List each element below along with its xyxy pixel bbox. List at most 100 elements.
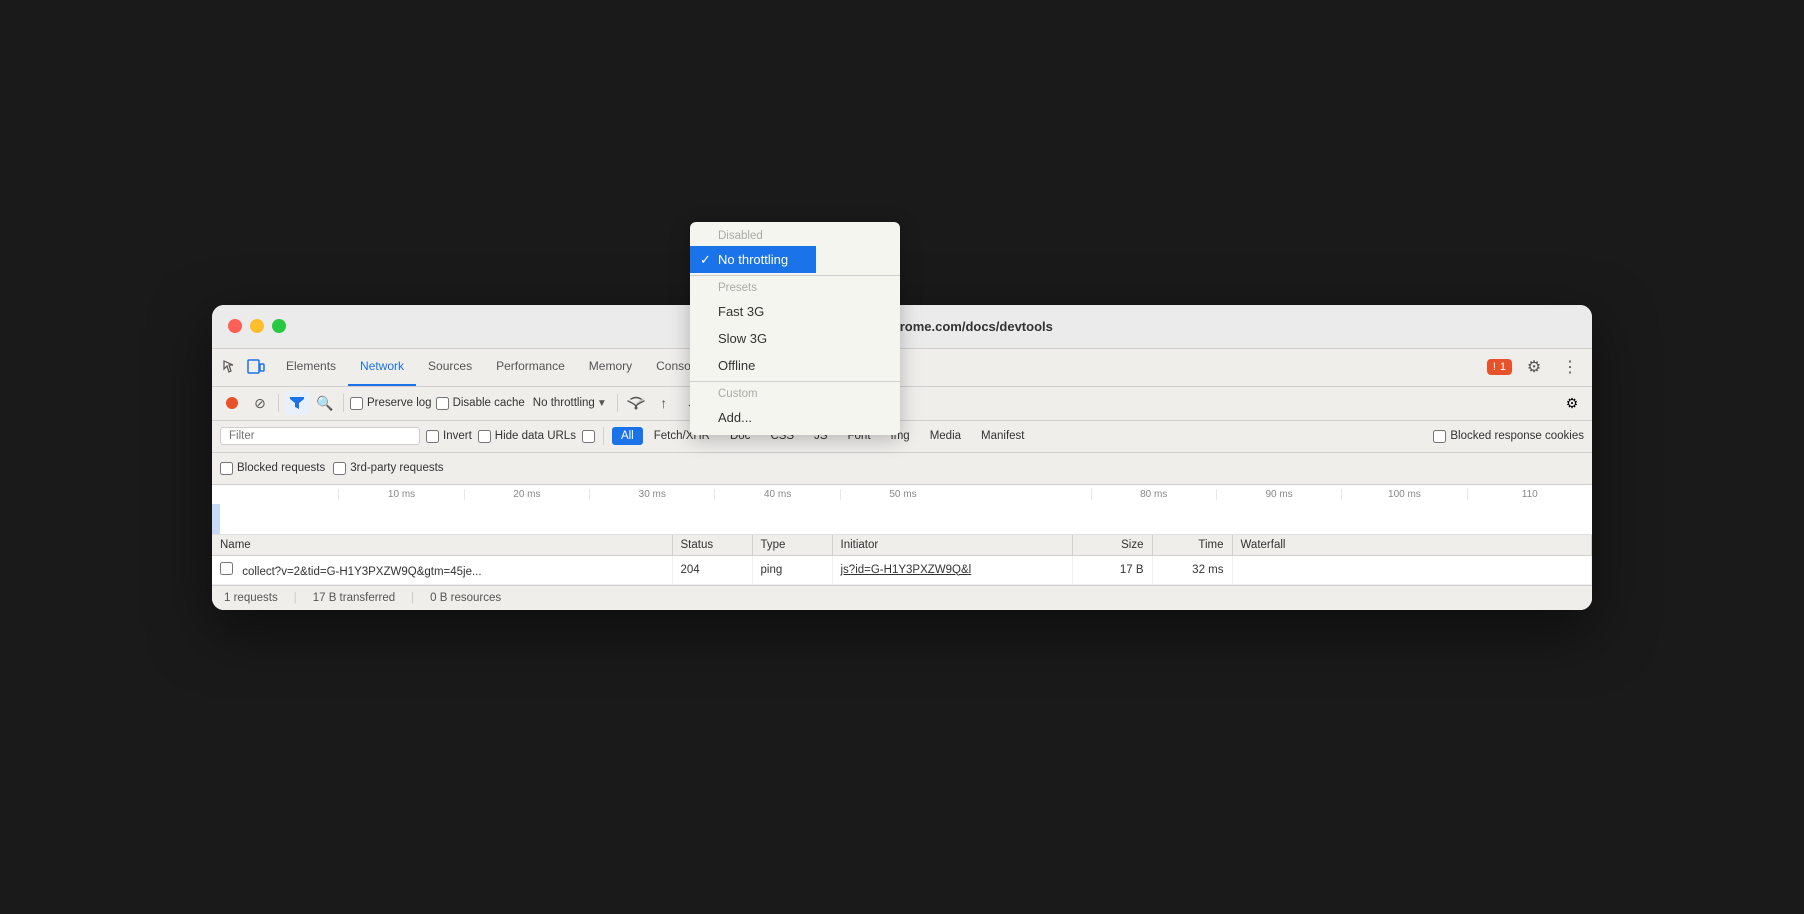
col-size[interactable]: Size (1072, 535, 1152, 556)
devtools-window: DevTools - developer.chrome.com/docs/dev… (212, 305, 1592, 610)
col-status[interactable]: Status (672, 535, 752, 556)
disable-cache-checkbox[interactable] (436, 397, 449, 410)
timeline-mark-9: 100 ms (1341, 489, 1466, 500)
timeline-mark-2: 20 ms (464, 489, 589, 500)
type-doc[interactable]: Doc (721, 427, 759, 445)
issues-icon: ! (1493, 361, 1496, 373)
type-img[interactable]: Img (882, 427, 919, 445)
requests-count: 1 requests (224, 592, 278, 604)
col-type[interactable]: Type (752, 535, 832, 556)
tab-right-actions: ! 1 ⚙ ⋮ (1487, 353, 1584, 381)
cell-waterfall (1232, 555, 1592, 584)
col-time[interactable]: Time (1152, 535, 1232, 556)
filter-input[interactable] (220, 427, 420, 445)
col-initiator[interactable]: Initiator (832, 535, 1072, 556)
table-row: collect?v=2&tid=G-H1Y3PXZW9Q&gtm=45je...… (212, 555, 1592, 584)
issues-count: 1 (1500, 361, 1506, 373)
type-css[interactable]: CSS (761, 427, 803, 445)
maximize-button[interactable] (272, 319, 286, 333)
third-party-checkbox[interactable] (333, 462, 346, 475)
tab-console[interactable]: Console (644, 348, 712, 386)
wifi-icon[interactable] (624, 391, 648, 415)
filter-bar2: Blocked requests 3rd-party requests (212, 453, 1592, 485)
blocked-requests-checkbox[interactable] (220, 462, 233, 475)
blocked-requests-check[interactable]: Blocked requests (220, 462, 325, 475)
record-button[interactable] (220, 391, 244, 415)
window-title: DevTools - developer.chrome.com/docs/dev… (751, 319, 1053, 334)
more-options-icon[interactable]: ⋮ (1556, 353, 1584, 381)
timeline-mark-8: 90 ms (1216, 489, 1341, 500)
transferred-size: 17 B transferred (313, 592, 395, 604)
cell-status: 204 (672, 555, 752, 584)
col-waterfall[interactable]: Waterfall (1232, 535, 1592, 556)
timeline-mark-5: 50 ms (840, 489, 965, 500)
row-checkbox[interactable] (220, 562, 233, 575)
filter-button[interactable] (285, 391, 309, 415)
divider-3 (617, 394, 618, 412)
throttle-arrow-icon: ▼ (597, 398, 607, 409)
extra-checkbox[interactable] (582, 430, 595, 443)
network-table: Name Status Type Initiator Size Time Wat… (212, 535, 1592, 585)
timeline-mark-3: 30 ms (589, 489, 714, 500)
devtools-body: Elements Network Sources Performance Mem… (212, 349, 1592, 610)
preserve-log-check[interactable]: Preserve log (350, 397, 432, 410)
blocked-cookies-check[interactable]: Blocked response cookies (1433, 430, 1584, 443)
checkmark-icon: ✓ (700, 252, 711, 268)
type-fetch-xhr[interactable]: Fetch/XHR (645, 427, 719, 445)
clear-button[interactable]: ⊘ (248, 391, 272, 415)
titlebar: DevTools - developer.chrome.com/docs/dev… (212, 305, 1592, 349)
type-all[interactable]: All (612, 427, 643, 445)
type-manifest[interactable]: Manifest (972, 427, 1033, 445)
cell-name: collect?v=2&tid=G-H1Y3PXZW9Q&gtm=45je... (212, 555, 672, 584)
tab-icons (220, 357, 266, 377)
traffic-lights (228, 319, 286, 333)
device-icon[interactable] (246, 357, 266, 377)
disable-cache-check[interactable]: Disable cache (436, 397, 525, 410)
hide-data-urls-checkbox[interactable] (478, 430, 491, 443)
throttle-dropdown[interactable]: No throttling ▼ (529, 395, 611, 411)
divider-2 (343, 394, 344, 412)
network-toolbar: ⊘ 🔍 Preserve log Disable cache No thrott… (212, 387, 1592, 421)
tab-application[interactable]: Application (712, 348, 795, 386)
dropdown-item-no-throttling-wrapper: ✓ No throttling (690, 246, 900, 273)
cell-initiator[interactable]: js?id=G-H1Y3PXZW9Q&l (832, 555, 1072, 584)
upload-icon[interactable]: ↑ (652, 391, 676, 415)
cell-type: ping (752, 555, 832, 584)
timeline-mark-10: 110 (1467, 489, 1592, 500)
select-icon[interactable] (220, 357, 240, 377)
blocked-cookies-checkbox[interactable] (1433, 430, 1446, 443)
search-button[interactable]: 🔍 (313, 391, 337, 415)
type-font[interactable]: Font (839, 427, 880, 445)
timeline-ruler: 10 ms 20 ms 30 ms 40 ms 50 ms 80 ms 90 m… (212, 485, 1592, 534)
network-settings-icon[interactable]: ⚙ (1560, 391, 1584, 415)
tab-memory[interactable]: Memory (577, 348, 644, 386)
minimize-button[interactable] (250, 319, 264, 333)
more-tabs-button[interactable]: >> (795, 360, 825, 374)
invert-check[interactable]: Invert (426, 430, 472, 443)
filter-bar: Invert Hide data URLs All Fetch/XHR Doc … (212, 421, 1592, 453)
tab-elements[interactable]: Elements (274, 348, 348, 386)
extra-check[interactable] (582, 430, 595, 443)
hide-data-urls-check[interactable]: Hide data URLs (478, 430, 576, 443)
invert-checkbox[interactable] (426, 430, 439, 443)
download-icon[interactable]: ⬇ (680, 391, 704, 415)
divider-1 (278, 394, 279, 412)
tab-bar: Elements Network Sources Performance Mem… (212, 349, 1592, 387)
tab-sources[interactable]: Sources (416, 348, 484, 386)
issues-badge[interactable]: ! 1 (1487, 359, 1512, 375)
table-header-row: Name Status Type Initiator Size Time Wat… (212, 535, 1592, 556)
tab-performance[interactable]: Performance (484, 348, 577, 386)
timeline-bar (212, 504, 220, 534)
tab-network[interactable]: Network (348, 348, 416, 386)
preserve-log-checkbox[interactable] (350, 397, 363, 410)
dropdown-item-no-throttling[interactable]: ✓ No throttling (690, 246, 816, 273)
type-js[interactable]: JS (805, 427, 836, 445)
type-media[interactable]: Media (921, 427, 970, 445)
third-party-check[interactable]: 3rd-party requests (333, 462, 443, 475)
col-name[interactable]: Name (212, 535, 672, 556)
toolbar-right: ⚙ (1560, 391, 1584, 415)
resources-size: 0 B resources (430, 592, 501, 604)
timeline-mark-4: 40 ms (714, 489, 839, 500)
settings-icon[interactable]: ⚙ (1520, 353, 1548, 381)
close-button[interactable] (228, 319, 242, 333)
